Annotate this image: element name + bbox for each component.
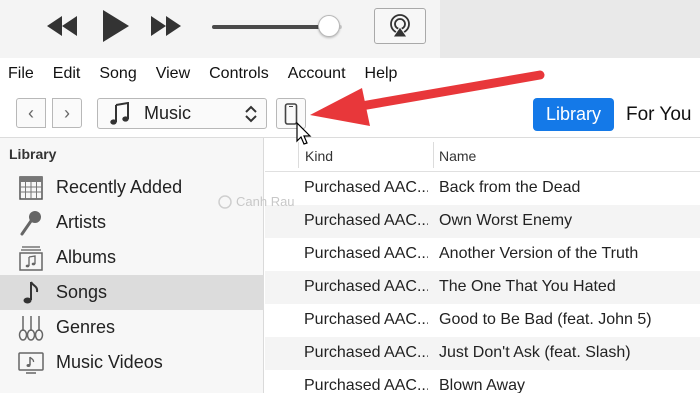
sidebar-item-label: Songs bbox=[56, 282, 108, 302]
cell-kind: Purchased AAC... bbox=[304, 377, 428, 393]
media-kind-select[interactable]: Music bbox=[97, 98, 267, 129]
volume-knob[interactable] bbox=[318, 15, 340, 37]
song-table: Kind Name Purchased AAC... Back from the… bbox=[265, 138, 700, 393]
cell-name: Good to Be Bad (feat. John 5) bbox=[439, 311, 652, 328]
sidebar-item-genres[interactable]: Genres bbox=[0, 310, 264, 345]
rewind-icon bbox=[47, 16, 77, 36]
sidebar: Library Recently Added Artists Albums So… bbox=[0, 138, 264, 393]
play-icon bbox=[103, 10, 129, 42]
music-note-icon bbox=[110, 101, 132, 126]
forward-button[interactable]: › bbox=[52, 98, 82, 128]
table-row[interactable]: Purchased AAC... Back from the Dead bbox=[265, 172, 700, 205]
cell-kind: Purchased AAC... bbox=[304, 344, 428, 361]
cell-name: Another Version of the Truth bbox=[439, 245, 639, 262]
player-status-area bbox=[440, 0, 700, 58]
cell-kind: Purchased AAC... bbox=[304, 278, 428, 295]
menu-file[interactable]: File bbox=[8, 65, 34, 83]
calendar-grid-icon bbox=[18, 175, 44, 201]
menu-edit[interactable]: Edit bbox=[53, 65, 81, 83]
column-header-kind[interactable]: Kind bbox=[305, 148, 333, 164]
table-header: Kind Name bbox=[265, 138, 700, 172]
back-button[interactable]: ‹ bbox=[16, 98, 46, 128]
cell-kind: Purchased AAC... bbox=[304, 179, 428, 196]
airplay-button[interactable] bbox=[374, 8, 426, 44]
cell-kind: Purchased AAC... bbox=[304, 245, 428, 262]
play-button[interactable] bbox=[98, 8, 134, 44]
watermark-logo-icon bbox=[218, 194, 232, 209]
chevron-up-down-icon bbox=[245, 105, 257, 123]
cell-name: Blown Away bbox=[439, 377, 525, 393]
cell-kind: Purchased AAC... bbox=[304, 212, 428, 229]
music-video-icon bbox=[18, 350, 44, 376]
microphone-icon bbox=[18, 210, 44, 236]
table-row[interactable]: Purchased AAC... Good to Be Bad (feat. J… bbox=[265, 304, 700, 337]
sidebar-item-label: Albums bbox=[56, 247, 117, 267]
sidebar-item-albums[interactable]: Albums bbox=[0, 240, 264, 275]
tab-for-you[interactable]: For You bbox=[626, 98, 700, 131]
cell-name: The One That You Hated bbox=[439, 278, 616, 295]
mouse-cursor-icon bbox=[296, 122, 312, 145]
cell-name: Own Worst Enemy bbox=[439, 212, 573, 229]
sidebar-item-music-videos[interactable]: Music Videos bbox=[0, 345, 264, 380]
table-row[interactable]: Purchased AAC... Blown Away bbox=[265, 370, 700, 393]
menu-view[interactable]: View bbox=[156, 65, 190, 83]
cell-name: Back from the Dead bbox=[439, 179, 581, 196]
guitars-icon bbox=[18, 315, 44, 341]
rewind-button[interactable] bbox=[44, 12, 80, 40]
sidebar-item-label: Artists bbox=[56, 212, 107, 232]
column-divider[interactable] bbox=[433, 142, 434, 168]
annotation-arrow bbox=[310, 70, 545, 126]
sidebar-item-label: Music Videos bbox=[56, 352, 163, 372]
chevron-left-icon: ‹ bbox=[28, 102, 34, 123]
watermark-text: Canh Rau bbox=[236, 194, 295, 209]
sidebar-item-songs[interactable]: Songs bbox=[0, 275, 264, 310]
fast-forward-button[interactable] bbox=[148, 12, 184, 40]
sidebar-item-label: Recently Added bbox=[56, 177, 183, 197]
cell-kind: Purchased AAC... bbox=[304, 311, 428, 328]
table-row[interactable]: Purchased AAC... Just Don't Ask (feat. S… bbox=[265, 337, 700, 370]
airplay-icon bbox=[390, 14, 410, 38]
sidebar-item-artists[interactable]: Artists bbox=[0, 205, 264, 240]
menu-controls[interactable]: Controls bbox=[209, 65, 269, 83]
album-icon bbox=[18, 245, 44, 271]
music-note-icon bbox=[18, 280, 44, 306]
menu-song[interactable]: Song bbox=[99, 65, 136, 83]
table-row[interactable]: Purchased AAC... Own Worst Enemy bbox=[265, 205, 700, 238]
sidebar-header: Library bbox=[9, 146, 57, 162]
media-kind-label: Music bbox=[144, 103, 192, 123]
player-bar bbox=[0, 0, 700, 58]
table-row[interactable]: Purchased AAC... Another Version of the … bbox=[265, 238, 700, 271]
column-header-name[interactable]: Name bbox=[439, 148, 476, 164]
watermark: Canh Rau bbox=[218, 194, 295, 209]
sidebar-item-label: Genres bbox=[56, 317, 116, 337]
chevron-right-icon: › bbox=[64, 102, 70, 123]
fast-forward-icon bbox=[151, 16, 181, 36]
cell-name: Just Don't Ask (feat. Slash) bbox=[439, 344, 631, 361]
table-row[interactable]: Purchased AAC... The One That You Hated bbox=[265, 271, 700, 304]
